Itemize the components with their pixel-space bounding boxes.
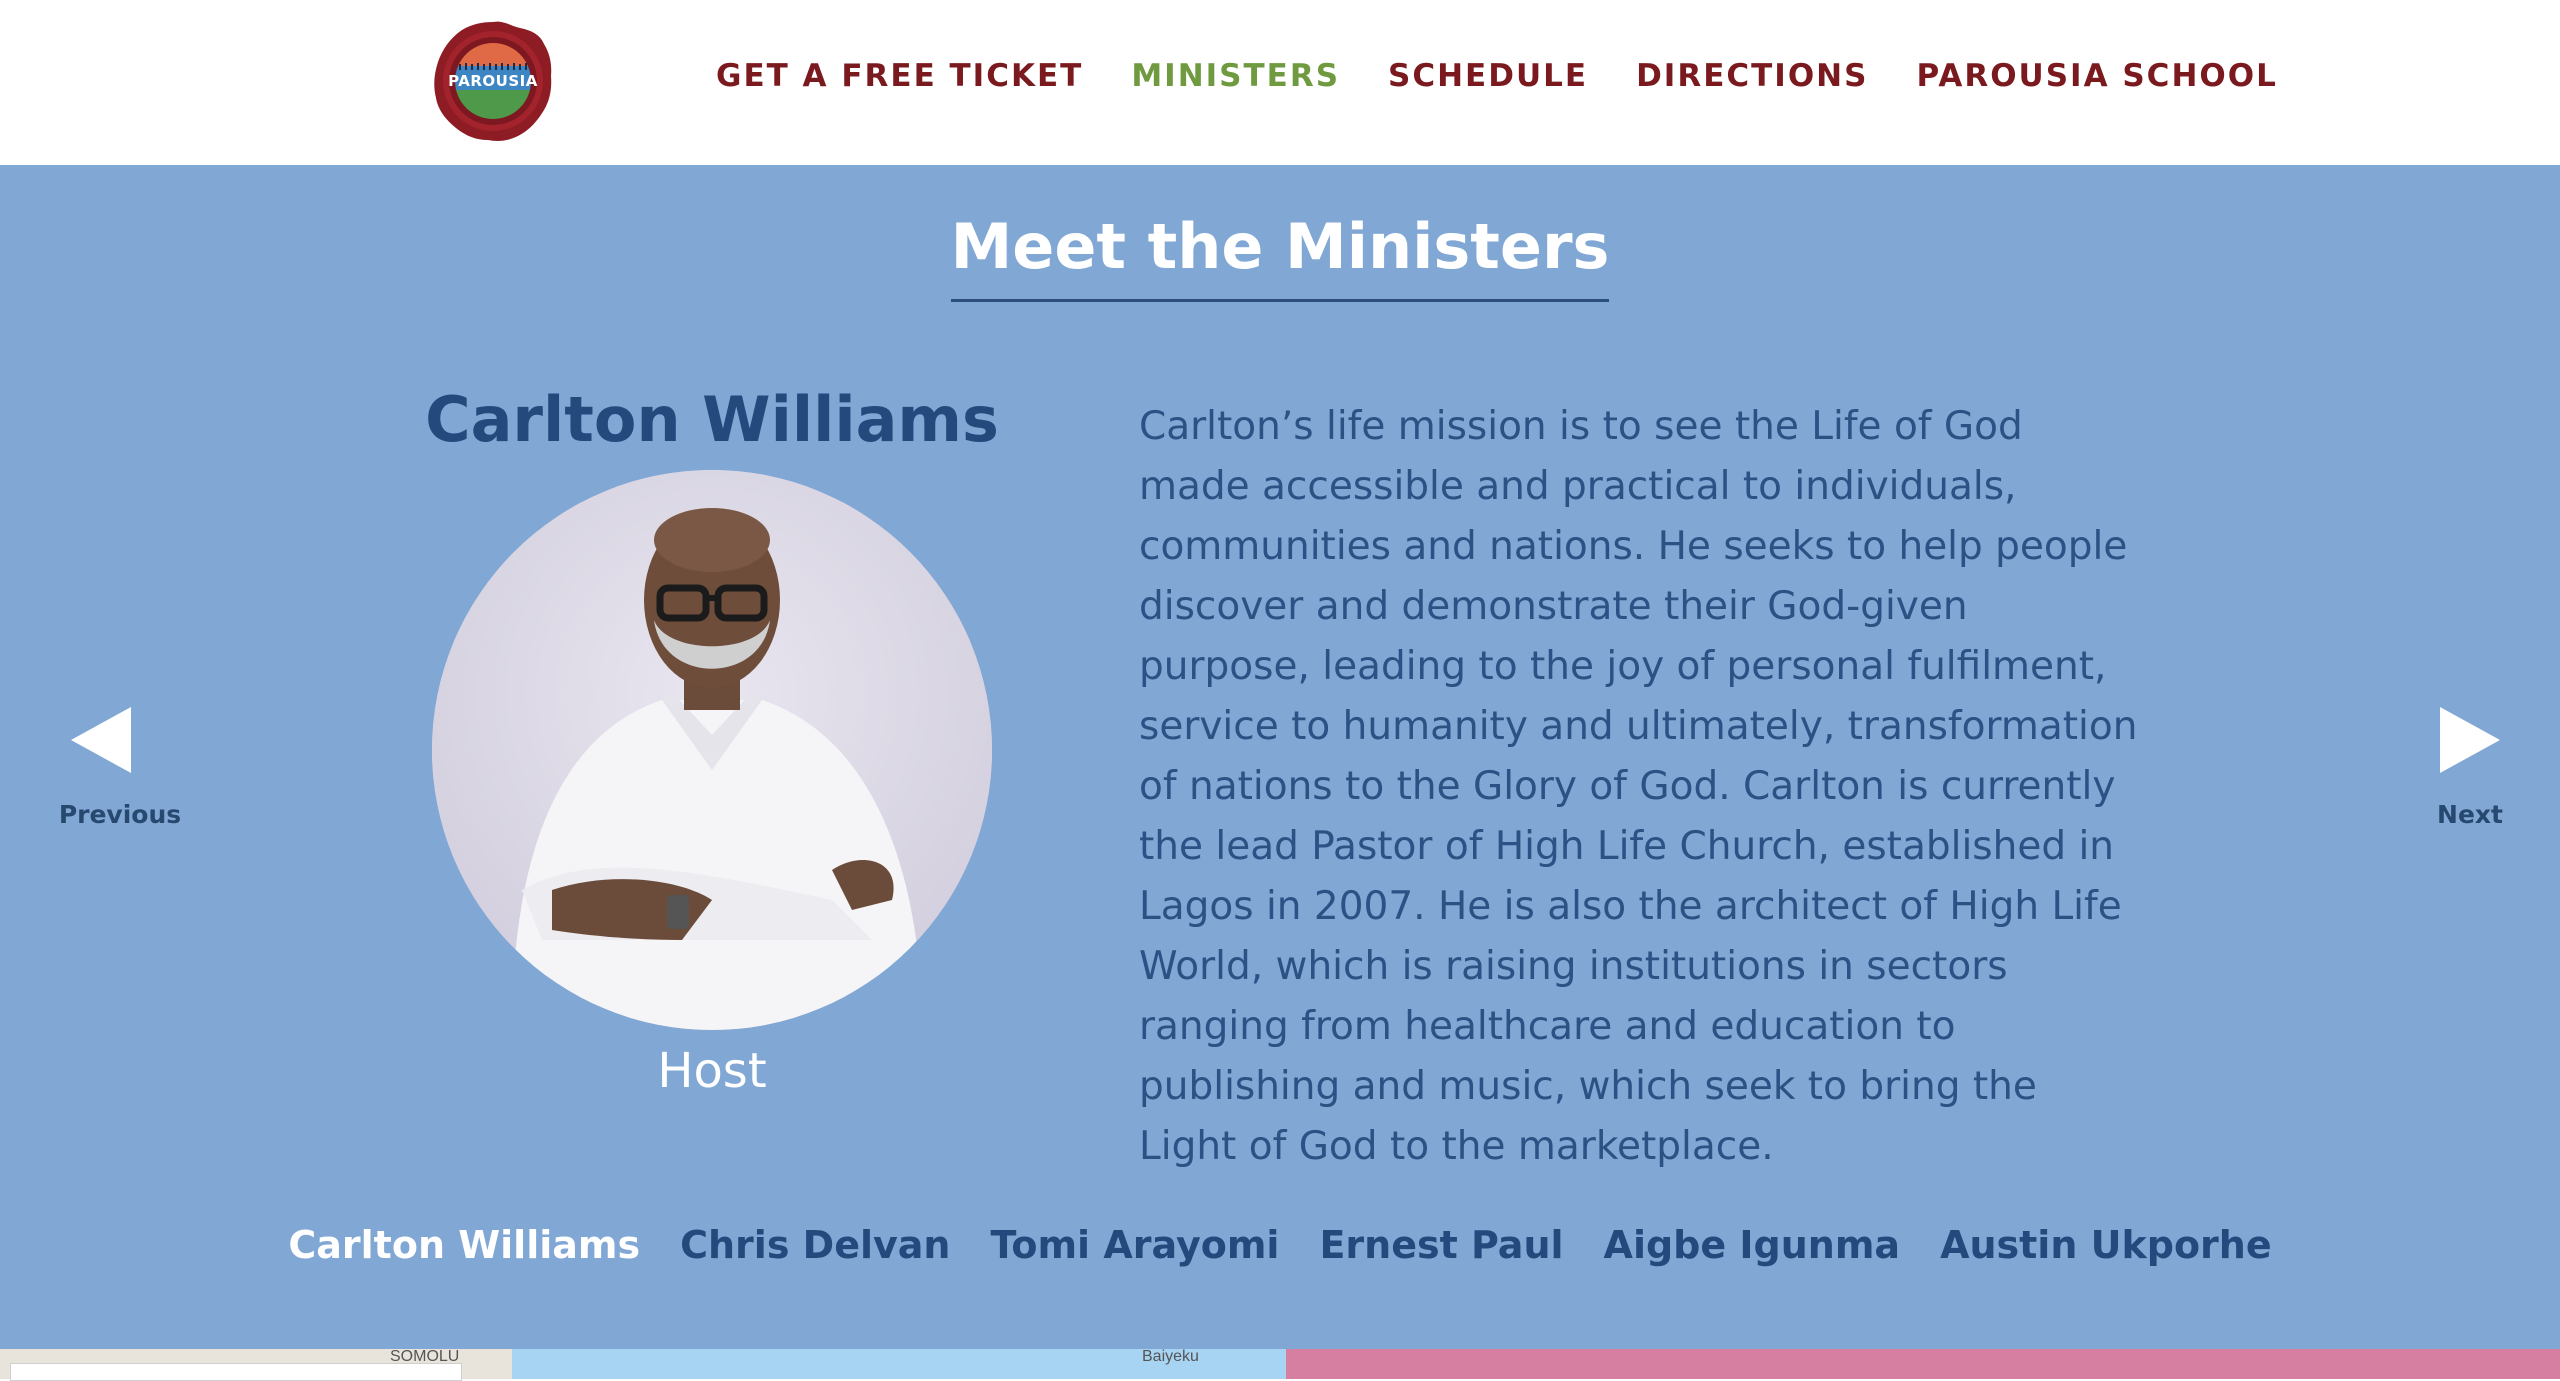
parousia-logo[interactable]: PAROUSIA [430,18,556,144]
minister-tab-austin-ukporhe[interactable]: Austin Ukporhe [1940,1223,2272,1267]
arrow-left-icon [71,707,131,773]
minister-name: Carlton Williams [425,383,999,456]
footer-strip: SOMOLU Baiyeku [0,1348,2560,1381]
minister-tab-aigbe-igunma[interactable]: Aigbe Igunma [1604,1223,1901,1267]
next-button[interactable]: Next [2400,685,2540,829]
next-label: Next [2437,800,2503,829]
minister-tab-chris-delvan[interactable]: Chris Delvan [680,1223,950,1267]
map-label-baiyeku: Baiyeku [1142,1348,1199,1365]
previous-button[interactable]: Previous [50,685,190,829]
minister-tabs: Carlton Williams Chris Delvan Tomi Arayo… [0,1223,2560,1267]
map-label-somolu: SOMOLU [390,1348,460,1365]
minister-tab-tomi-arayomi[interactable]: Tomi Arayomi [990,1223,1279,1267]
ministers-section: Meet the Ministers Carlton Williams Host… [0,165,2560,1349]
map-panel[interactable]: SOMOLU [0,1348,512,1381]
section-title-wrap: Meet the Ministers [0,210,2560,302]
site-header: PAROUSIA GET A FREE TICKET MINISTERS SCH… [0,0,2560,165]
minister-tab-ernest-paul[interactable]: Ernest Paul [1319,1223,1563,1267]
minister-bio: Carlton’s life mission is to see the Lif… [1139,404,2138,1169]
minister-portrait [432,470,992,1030]
map-water[interactable]: Baiyeku [512,1348,1286,1379]
minister-role: Host [657,1043,767,1099]
main-nav: GET A FREE TICKET MINISTERS SCHEDULE DIR… [716,58,2326,94]
logo-text: PAROUSIA [448,72,538,90]
minister-tab-carlton-williams[interactable]: Carlton Williams [288,1223,640,1267]
section-title: Meet the Ministers [950,210,1610,302]
arrow-right-icon [2440,707,2500,773]
previous-label: Previous [58,800,182,829]
nav-directions[interactable]: DIRECTIONS [1636,58,1868,94]
nav-parousia-school[interactable]: PAROUSIA SCHOOL [1916,58,2277,94]
nav-ministers[interactable]: MINISTERS [1131,58,1340,94]
pink-panel [1286,1349,2560,1379]
nav-get-a-free-ticket[interactable]: GET A FREE TICKET [716,58,1083,94]
nav-schedule[interactable]: SCHEDULE [1388,58,1588,94]
